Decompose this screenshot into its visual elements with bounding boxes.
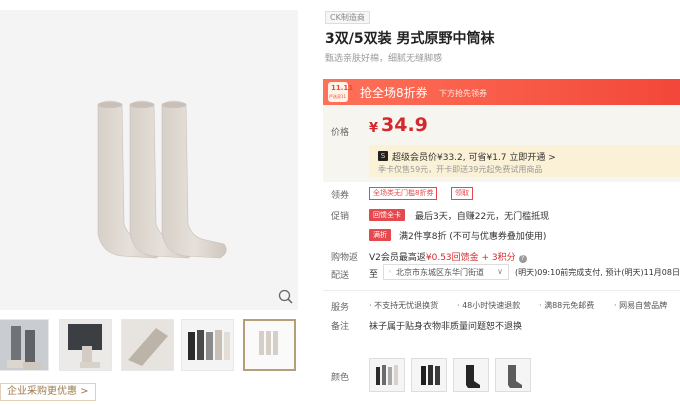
thumbnail-strip	[0, 319, 300, 371]
promotion-tag-2: 满折	[369, 229, 391, 241]
promo-subtitle: 下方抢先领券	[439, 89, 487, 98]
color-label: 颜色	[331, 373, 350, 383]
double11-logo: 11.11 严选双11	[328, 82, 353, 102]
promotion-text-2: 满2件享8折 (不可与优惠券叠加使用)	[399, 232, 547, 242]
thumbnail-5[interactable]	[243, 319, 296, 371]
address-value: 北京市东城区东华门街道	[396, 268, 484, 277]
rebate-label: 购物返	[331, 253, 359, 263]
coupon-claim-button[interactable]: 领取	[451, 187, 473, 200]
thumbnail-4[interactable]	[181, 319, 234, 371]
search-icon[interactable]	[277, 288, 295, 306]
service-item-1[interactable]: · 不支持无忧退换货	[369, 300, 438, 311]
super-member-box[interactable]: S 超级会员价¥33.2, 可省¥1.7 立即开通 > 季卡仅售59元，开卡即送…	[369, 145, 680, 177]
section-divider	[323, 290, 680, 291]
thumbnail-2[interactable]	[59, 319, 112, 371]
main-product-image[interactable]	[0, 10, 298, 310]
remark-text: 袜子属于贴身衣物非质量问题恕不退换	[369, 322, 523, 332]
info-icon[interactable]: ?	[518, 255, 527, 263]
chevron-down-icon: ∨	[497, 267, 503, 276]
corporate-purchase-link[interactable]: 企业采购更优惠 >	[0, 383, 96, 401]
super-member-icon: S	[378, 151, 388, 161]
service-item-4[interactable]: · 网易自营品牌	[614, 300, 667, 311]
promo-title: 抢全场8折券	[360, 86, 428, 100]
promotion-text-1: 最后3天，自赚22元，无门槛抵现	[415, 212, 550, 222]
color-option-2[interactable]	[411, 358, 447, 392]
promotion-label: 促销	[331, 212, 350, 222]
product-subtitle: 甄选亲肤好棉，细腻无缝脚感	[325, 54, 443, 64]
service-label: 服务	[331, 303, 350, 313]
color-option-3[interactable]	[453, 358, 489, 392]
coupon-label: 领券	[331, 191, 350, 201]
thumbnail-3[interactable]	[121, 319, 174, 371]
location-icon: ◦	[388, 268, 393, 276]
promotion-tag-1: 回馈全卡	[369, 209, 405, 221]
price-currency: ¥	[369, 121, 379, 136]
service-item-2[interactable]: · 48小时快速退款	[457, 300, 520, 311]
delivery-prefix: 至	[369, 270, 379, 280]
three-socks-illustration	[97, 100, 227, 259]
product-page: 企业采购更优惠 > CK制造商 3双/5双装 男式原野中筒袜 甄选亲肤好棉，细腻…	[0, 0, 680, 405]
address-select[interactable]: ◦ 北京市东城区东华门街道 ∨	[383, 264, 509, 280]
delivery-note: (明天)09:10前完成支付, 预计(明天)11月08日	[515, 268, 680, 277]
price-label: 价格	[331, 128, 350, 138]
color-option-4[interactable]	[495, 358, 531, 392]
coupon-badge[interactable]: 全场类无门槛8折券	[369, 187, 438, 200]
promo-banner[interactable]: 11.11 严选双11 抢全场8折券 下方抢先领券	[323, 79, 680, 105]
brand-tag[interactable]: CK制造商	[325, 11, 370, 24]
season-card-text: 季卡仅售59元，开卡即送39元起免费试用商品	[378, 165, 543, 174]
service-item-3[interactable]: · 满88元免邮费	[539, 300, 594, 311]
rebate-text: V2会员最高返¥0.53回馈金 + 3积分 ?	[369, 250, 527, 263]
rebate-amount: ¥0.53回馈金 + 3积分	[425, 253, 516, 263]
price-value: 34.9	[381, 114, 428, 136]
delivery-label: 配送	[331, 271, 350, 281]
remark-label: 备注	[331, 322, 350, 332]
thumbnail-1[interactable]	[0, 319, 49, 371]
color-option-1[interactable]	[369, 358, 405, 392]
super-member-price-text[interactable]: 超级会员价¥33.2, 可省¥1.7 立即开通 >	[392, 150, 556, 163]
product-title: 3双/5双装 男式原野中筒袜	[325, 31, 495, 47]
